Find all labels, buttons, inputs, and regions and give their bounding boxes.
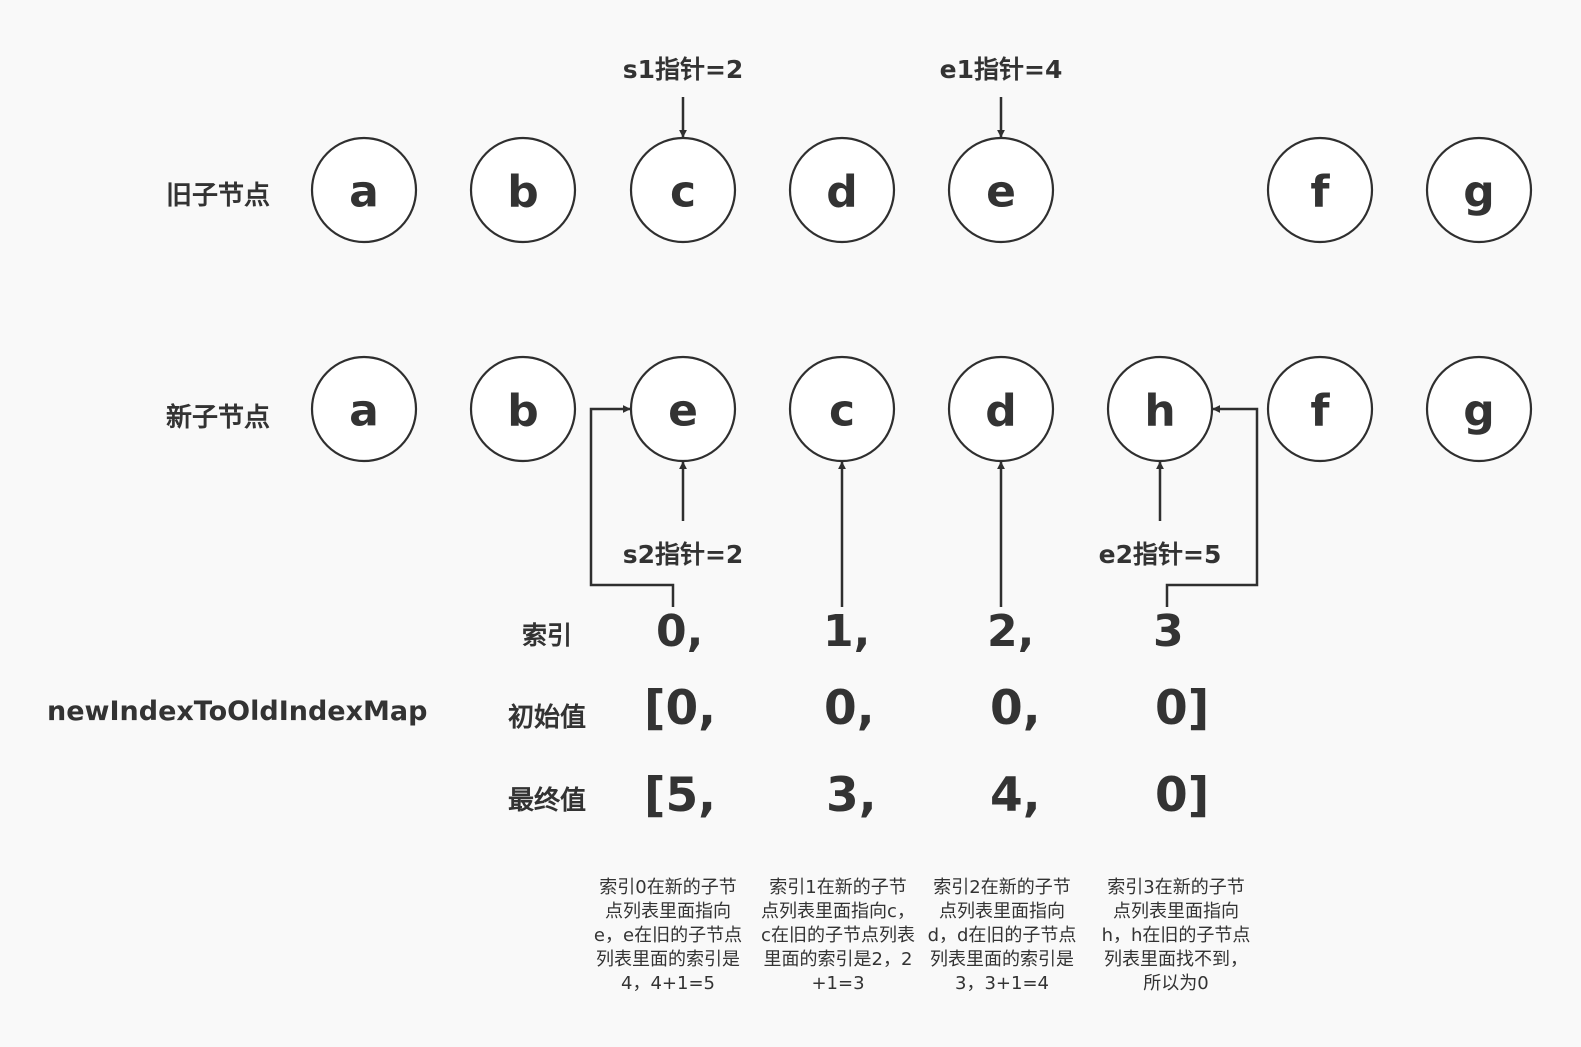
old-node-g: g (1425, 136, 1533, 244)
svg-text:h: h (1144, 386, 1175, 437)
note-index-1: 索引1在新的子节点列表里面指向c，c在旧的子节点列表里面的索引是2，2+1=3 (761, 877, 915, 994)
initial-row-label: 初始值 (508, 703, 587, 733)
svg-text:c: c (829, 386, 855, 437)
svg-text:d: d (826, 167, 858, 218)
s2-pointer-label: s2指针=2 (622, 540, 744, 569)
svg-text:d: d (985, 386, 1017, 437)
svg-text:g: g (1463, 386, 1495, 437)
new-children-label: 新子节点 (166, 403, 271, 433)
svg-text:g: g (1463, 167, 1495, 218)
svg-text:f: f (1310, 386, 1330, 437)
final-value-1: 3, (826, 768, 877, 823)
new-node-a: a (310, 355, 418, 463)
initial-value-1: 0, (824, 681, 875, 736)
svg-text:a: a (349, 167, 379, 218)
old-node-f: f (1266, 136, 1374, 244)
final-value-0: [5, (644, 768, 717, 823)
s1-pointer-label: s1指针=2 (622, 55, 744, 84)
index-value-1: 1, (823, 606, 871, 657)
old-node-e: e (947, 136, 1055, 244)
index-value-2: 2, (987, 606, 1035, 657)
e2-pointer-label: e2指针=5 (1098, 540, 1222, 569)
index-value-0: 0, (656, 606, 704, 657)
svg-text:f: f (1310, 167, 1330, 218)
final-value-2: 4, (990, 768, 1041, 823)
note-index-0: 索引0在新的子节点列表里面指向e，e在旧的子节点列表里面的索引是4，4+1=5 (593, 877, 743, 994)
initial-value-2: 0, (990, 681, 1041, 736)
new-node-h: h (1106, 355, 1214, 463)
old-node-b: b (469, 136, 577, 244)
initial-value-3: 0] (1155, 681, 1210, 736)
svg-text:b: b (507, 167, 539, 218)
initial-value-0: [0, (644, 681, 717, 736)
old-node-c: c (629, 136, 737, 244)
new-node-d: d (947, 355, 1055, 463)
old-node-a: a (310, 136, 418, 244)
new-node-f: f (1266, 355, 1374, 463)
new-node-g: g (1425, 355, 1533, 463)
svg-text:c: c (670, 167, 696, 218)
new-node-b: b (469, 355, 577, 463)
final-row-label: 最终值 (508, 786, 587, 816)
note-index-3: 索引3在新的子节点列表里面指向h，h在旧的子节点列表里面找不到，所以为0 (1101, 877, 1251, 994)
new-node-e: e (629, 355, 737, 463)
e1-pointer-label: e1指针=4 (939, 55, 1063, 84)
map-name-label: newIndexToOldIndexMap (47, 696, 428, 727)
index-row-label: 索引 (522, 621, 573, 650)
svg-text:a: a (349, 386, 379, 437)
svg-text:e: e (668, 386, 698, 437)
new-node-c: c (788, 355, 896, 463)
svg-text:b: b (507, 386, 539, 437)
note-index-2: 索引2在新的子节点列表里面指向d，d在旧的子节点列表里面的索引是3，3+1=4 (927, 877, 1077, 994)
index-value-3: 3 (1153, 606, 1184, 657)
old-node-d: d (788, 136, 896, 244)
old-children-label: 旧子节点 (166, 181, 271, 211)
svg-text:e: e (986, 167, 1016, 218)
final-value-3: 0] (1155, 768, 1210, 823)
